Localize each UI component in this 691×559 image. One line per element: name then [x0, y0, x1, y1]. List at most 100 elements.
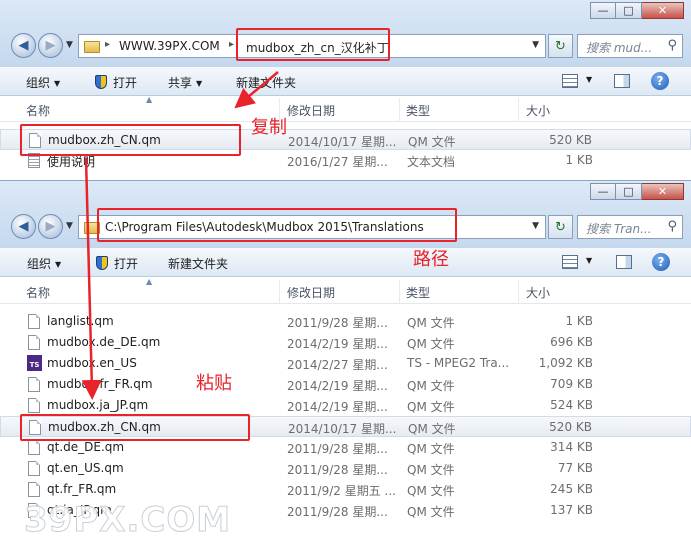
- column-divider[interactable]: [518, 280, 519, 304]
- file-row[interactable]: qt.de_DE.qm 2011/9/28 星期... QM 文件 314 KB: [0, 437, 691, 458]
- address-path[interactable]: C:\Program Files\Autodesk\Mudbox 2015\Tr…: [105, 220, 424, 234]
- help-icon[interactable]: ?: [651, 72, 669, 90]
- back-button[interactable]: ◀: [11, 33, 36, 58]
- forward-button[interactable]: ▶: [38, 33, 63, 58]
- file-row[interactable]: mudbox.de_DE.qm 2014/2/19 星期... QM 文件 696 K…: [0, 332, 691, 353]
- file-name: qt.de_DE.qm: [47, 440, 125, 454]
- file-type: QM 文件: [408, 135, 456, 149]
- file-date: 2011/9/2 星期五 ...: [287, 484, 396, 498]
- file-name: mudbox.en_US: [47, 356, 137, 370]
- search-placeholder: 搜索 mud...: [586, 41, 653, 55]
- refresh-button[interactable]: ↻: [548, 34, 573, 58]
- sort-ascending-icon: ▲: [146, 95, 153, 104]
- column-name[interactable]: 名称: [26, 284, 50, 301]
- open-label: 打开: [113, 76, 138, 90]
- address-dropdown-icon[interactable]: ▼: [532, 40, 539, 50]
- recent-locations-dropdown[interactable]: ▼: [66, 221, 73, 231]
- file-icon: [28, 440, 40, 455]
- recent-locations-dropdown[interactable]: ▼: [66, 40, 73, 50]
- breadcrumb-separator-icon[interactable]: ▸: [229, 39, 234, 50]
- file-row[interactable]: 使用说明 2016/1/27 星期... 文本文档 1 KB: [0, 150, 691, 171]
- view-options-icon[interactable]: [562, 74, 578, 88]
- file-type: QM 文件: [408, 422, 456, 436]
- minimize-button[interactable]: —: [590, 183, 616, 200]
- column-type[interactable]: 类型: [406, 284, 430, 301]
- column-divider[interactable]: [279, 280, 280, 304]
- new-folder-button[interactable]: 新建文件夹: [236, 74, 296, 91]
- file-date: 2011/9/28 星期...: [287, 316, 388, 330]
- breadcrumb-current[interactable]: mudbox_zh_cn_汉化补丁: [246, 39, 389, 56]
- file-row[interactable]: TS mudbox.en_US 2014/2/27 星期... TS - MPEG2 …: [0, 353, 691, 374]
- refresh-button[interactable]: ↻: [548, 215, 573, 239]
- file-type: QM 文件: [407, 484, 455, 498]
- search-input[interactable]: 搜索 mud... ⚲: [577, 34, 683, 58]
- file-row[interactable]: mudbox.zh_CN.qm 2014/10/17 星期... QM 文件 520 …: [0, 416, 691, 437]
- open-button[interactable]: 打开: [95, 74, 137, 91]
- view-dropdown-icon[interactable]: ▼: [586, 256, 592, 265]
- file-icon: [29, 420, 41, 435]
- file-row[interactable]: mudbox.ja_JP.qm 2014/2/19 星期... QM 文件 524 K…: [0, 395, 691, 416]
- search-icon[interactable]: ⚲: [667, 219, 677, 234]
- file-name: 使用说明: [47, 155, 96, 169]
- organize-menu[interactable]: 组织 ▼: [27, 255, 61, 272]
- organize-menu[interactable]: 组织 ▼: [26, 74, 60, 91]
- file-size: 314 KB: [550, 440, 593, 454]
- share-menu[interactable]: 共享 ▼: [168, 74, 202, 91]
- column-size[interactable]: 大小: [526, 284, 550, 301]
- search-input[interactable]: 搜索 Tran... ⚲: [577, 215, 683, 239]
- column-date[interactable]: 修改日期: [287, 102, 335, 119]
- file-row[interactable]: qt.fr_FR.qm 2011/9/2 星期五 ... QM 文件 245 KB: [0, 479, 691, 500]
- column-divider[interactable]: [399, 280, 400, 304]
- paste-annotation: 粘贴: [196, 373, 232, 394]
- column-divider[interactable]: [399, 98, 400, 122]
- minimize-button[interactable]: —: [590, 2, 616, 19]
- breadcrumb-parent[interactable]: WWW.39PX.COM: [119, 39, 220, 53]
- forward-button[interactable]: ▶: [38, 214, 63, 239]
- file-list: langlist.qm 2011/9/28 星期... QM 文件 1 KB mudbo…: [0, 311, 691, 521]
- chevron-down-icon: ▼: [55, 260, 62, 269]
- address-dropdown-icon[interactable]: ▼: [532, 221, 539, 231]
- column-size[interactable]: 大小: [526, 102, 550, 119]
- help-icon[interactable]: ?: [652, 253, 670, 271]
- close-button[interactable]: ✕: [642, 183, 684, 200]
- file-name: qt.en_US.qm: [47, 461, 124, 475]
- command-bar: 组织 ▼ 打开 新建文件夹 ▼ ?: [0, 247, 691, 277]
- ts-icon: TS: [27, 355, 42, 371]
- watermark: 39PX.COM: [23, 500, 232, 541]
- file-row[interactable]: mudbox.zh_CN.qm 2014/10/17 星期... QM 文件 520 …: [0, 129, 691, 150]
- file-list: mudbox.zh_CN.qm 2014/10/17 星期... QM 文件 520 …: [0, 129, 691, 171]
- explorer-window-source: — □ ✕ ◀ ▶ ▼ ▸ WWW.39PX.COM ▸ mudbox_zh_c…: [0, 0, 691, 181]
- column-name[interactable]: 名称: [26, 102, 50, 119]
- maximize-button[interactable]: □: [616, 2, 642, 19]
- back-button[interactable]: ◀: [11, 214, 36, 239]
- open-button[interactable]: 打开: [96, 255, 138, 272]
- address-bar[interactable]: ▸ WWW.39PX.COM ▸ mudbox_zh_cn_汉化补丁 ▼: [78, 34, 546, 58]
- maximize-button[interactable]: □: [616, 183, 642, 200]
- column-date[interactable]: 修改日期: [287, 284, 335, 301]
- close-button[interactable]: ✕: [642, 2, 684, 19]
- new-folder-button[interactable]: 新建文件夹: [168, 255, 228, 272]
- view-dropdown-icon[interactable]: ▼: [586, 75, 592, 84]
- file-date: 2014/10/17 星期...: [288, 422, 397, 436]
- column-header: ▲ 名称 修改日期 类型 大小: [0, 277, 691, 304]
- sort-ascending-icon: ▲: [146, 277, 153, 286]
- file-icon: [29, 133, 41, 148]
- breadcrumb-separator-icon[interactable]: ▸: [105, 39, 110, 50]
- file-row[interactable]: mudbox.fr_FR.qm 2014/2/19 星期... QM 文件 709 K…: [0, 374, 691, 395]
- file-type: QM 文件: [407, 463, 455, 477]
- search-icon[interactable]: ⚲: [667, 38, 677, 53]
- file-date: 2011/9/28 星期...: [287, 463, 388, 477]
- preview-pane-icon[interactable]: [616, 255, 632, 269]
- organize-label: 组织: [27, 257, 52, 271]
- file-size: 520 KB: [549, 420, 592, 434]
- column-divider[interactable]: [518, 98, 519, 122]
- shield-icon: [96, 256, 108, 270]
- file-row[interactable]: langlist.qm 2011/9/28 星期... QM 文件 1 KB: [0, 311, 691, 332]
- file-row[interactable]: qt.en_US.qm 2011/9/28 星期... QM 文件 77 KB: [0, 458, 691, 479]
- column-type[interactable]: 类型: [406, 102, 430, 119]
- file-size: 1 KB: [565, 314, 593, 328]
- file-type: QM 文件: [407, 505, 455, 519]
- view-options-icon[interactable]: [562, 255, 578, 269]
- preview-pane-icon[interactable]: [614, 74, 630, 88]
- address-bar[interactable]: C:\Program Files\Autodesk\Mudbox 2015\Tr…: [78, 215, 546, 239]
